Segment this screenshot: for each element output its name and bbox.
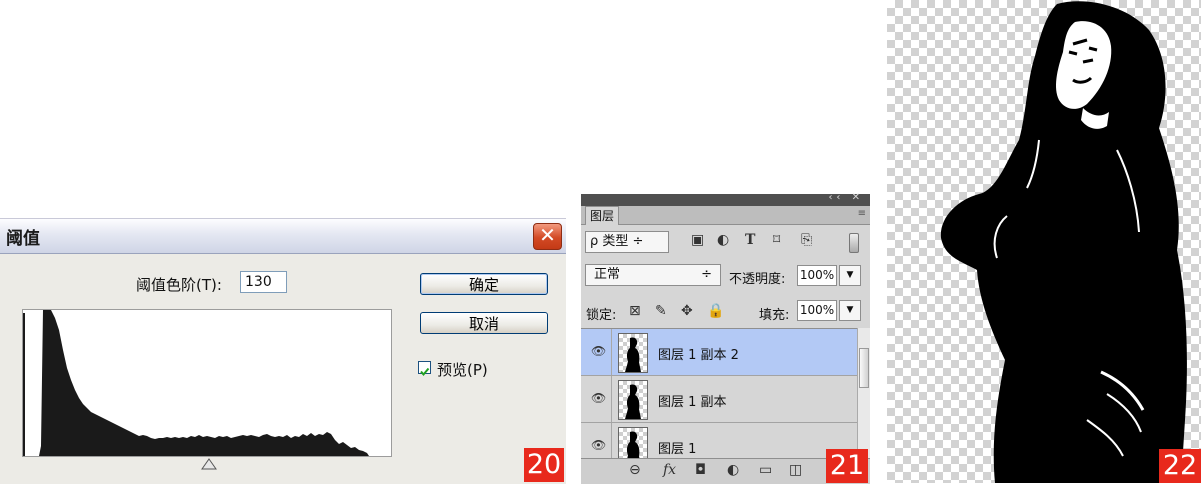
layer-name: 图层 1 <box>658 442 697 457</box>
preview-checkbox[interactable] <box>418 361 431 377</box>
threshold-level-label: 阈值色阶(T): <box>136 276 222 294</box>
layer-list-scrollbar[interactable] <box>857 328 870 458</box>
eye-icon[interactable]: 👁 <box>591 438 606 452</box>
opacity-dropdown-icon[interactable]: ▼ <box>839 265 861 286</box>
fill-dropdown-icon[interactable]: ▼ <box>839 300 861 321</box>
filter-kind-select[interactable]: ρ 类型 ÷ <box>585 231 669 253</box>
preview-label: 预览(P) <box>437 361 488 379</box>
layer-thumbnail <box>618 427 648 459</box>
lock-all-icon[interactable]: 🔒 <box>707 303 724 319</box>
close-button[interactable]: ✕ <box>533 223 562 250</box>
layer-name: 图层 1 副本 2 <box>658 348 739 363</box>
eye-icon[interactable]: 👁 <box>591 344 606 358</box>
lock-transparent-icon[interactable]: ⊠ <box>629 303 641 319</box>
panel-tab-bar: 图层 ≡ <box>581 206 870 225</box>
opacity-label: 不透明度: <box>729 272 786 287</box>
histogram-bars <box>23 310 369 456</box>
layer-row[interactable]: 👁 图层 1 副本 <box>581 376 857 423</box>
layer-thumbnail <box>618 380 648 420</box>
adjustment-filter-icon[interactable]: ◐ <box>717 232 729 248</box>
figure-number-badge: 20 <box>524 448 564 482</box>
threshold-dialog: 阈值 ✕ 阈值色阶(T): 确定 取消 预览(P) 20 <box>0 218 566 484</box>
eye-icon[interactable]: 👁 <box>591 391 606 405</box>
shape-filter-icon[interactable]: ⌑ <box>773 232 780 248</box>
fx-icon[interactable]: fx <box>663 462 676 478</box>
filter-toggle-switch[interactable] <box>849 233 859 253</box>
threshold-level-input[interactable] <box>240 271 287 293</box>
new-group-icon[interactable]: ▭ <box>759 462 772 478</box>
panel-top-bar: ‹‹ ✕ <box>581 192 870 206</box>
add-mask-icon[interactable]: ◘ <box>695 462 706 478</box>
fill-label: 填充: <box>759 308 790 323</box>
dialog-title: 阈值 <box>6 229 40 249</box>
collapse-close-icons[interactable]: ‹‹ ✕ <box>828 192 864 203</box>
fill-input[interactable]: 100% <box>797 300 837 321</box>
layer-name: 图层 1 副本 <box>658 395 727 410</box>
woman-silhouette-image <box>940 1 1187 483</box>
ok-button[interactable]: 确定 <box>420 273 548 295</box>
figure-number-badge: 21 <box>826 449 868 483</box>
new-layer-icon[interactable]: ◫ <box>789 462 802 478</box>
smartobject-filter-icon[interactable]: ⎘ <box>801 232 812 248</box>
histogram <box>22 309 392 457</box>
blend-mode-select[interactable]: 正常 ÷ <box>585 264 721 286</box>
lock-position-move-icon[interactable]: ✥ <box>681 303 693 319</box>
figure-number-badge: 22 <box>1159 449 1201 483</box>
histogram-graph <box>23 310 369 456</box>
opacity-input[interactable]: 100% <box>797 265 837 286</box>
link-layers-icon[interactable]: ⊖ <box>629 462 641 478</box>
lock-pixels-brush-icon[interactable]: ✎ <box>655 303 667 319</box>
threshold-result-image: 22 <box>887 0 1201 483</box>
threshold-slider[interactable] <box>201 458 217 470</box>
lock-label: 锁定: <box>586 308 617 323</box>
blend-mode-value: 正常 <box>594 267 621 282</box>
image-filter-icon[interactable]: ▣ <box>691 232 704 248</box>
layer-row[interactable]: 👁 图层 1 <box>581 423 857 459</box>
layer-thumbnail <box>618 333 648 373</box>
checkmark-icon <box>420 367 430 377</box>
layer-row[interactable]: 👁 图层 1 副本 2 <box>581 329 857 376</box>
layers-panel: ‹‹ ✕ 图层 ≡ ρ 类型 ÷ ▣ ◐ T ⌑ ⎘ 正常 ÷ 不透明度: 10… <box>581 192 870 484</box>
layer-list: 👁 图层 1 副本 2 👁 图层 1 副本 👁 图层 1 <box>581 328 857 459</box>
tab-layers[interactable]: 图层 <box>585 206 620 225</box>
type-filter-icon[interactable]: T <box>745 232 755 248</box>
scrollbar-thumb[interactable] <box>859 348 869 388</box>
dialog-title-bar[interactable]: 阈值 ✕ <box>0 219 566 254</box>
panel-menu-icon[interactable]: ≡ <box>858 208 866 219</box>
cancel-button[interactable]: 取消 <box>420 312 548 334</box>
select-arrow-icon: ÷ <box>701 267 712 282</box>
adjustment-layer-icon[interactable]: ◐ <box>727 462 739 478</box>
